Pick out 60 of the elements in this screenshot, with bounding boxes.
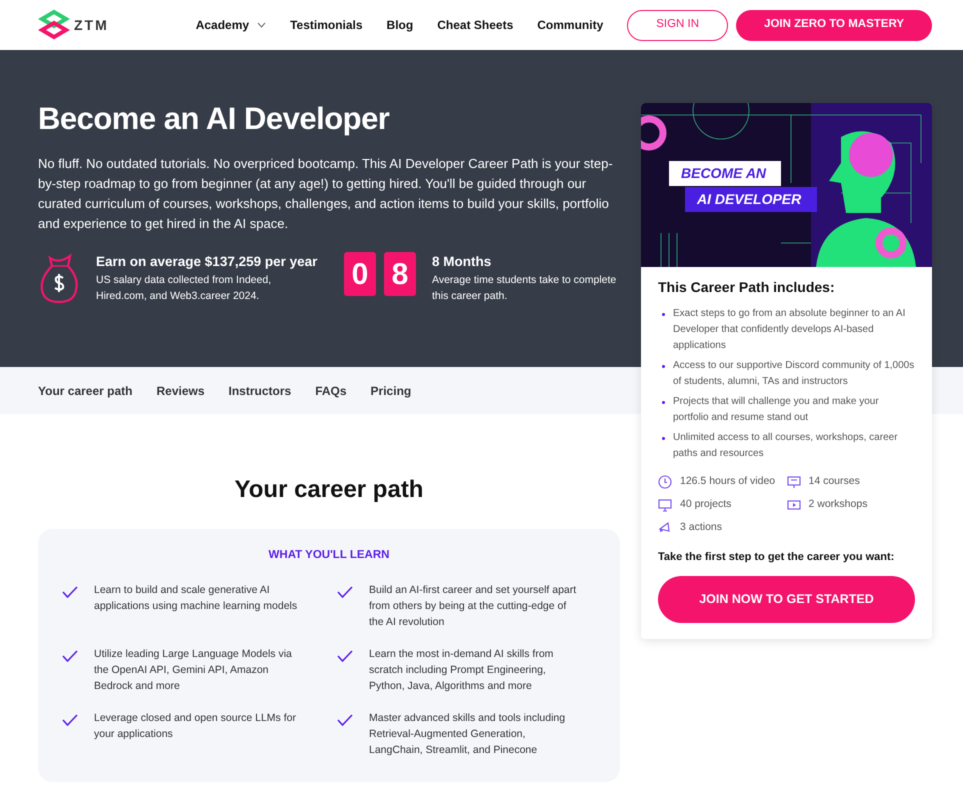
check-icon — [337, 714, 353, 726]
sign-in-button[interactable]: SIGN IN — [627, 10, 728, 40]
nav-link[interactable]: Cheat Sheets — [437, 16, 514, 34]
money-bag-icon — [38, 252, 80, 304]
section-link[interactable]: FAQs — [315, 382, 347, 400]
section-link[interactable]: Pricing — [370, 382, 412, 400]
check-icon — [62, 650, 78, 662]
learn-item: Learn the most in-demand AI skills from scratch including Prompt Engineering, Python, Java, Algorithms and more — [369, 647, 554, 694]
section-heading: Your career path — [234, 476, 424, 505]
banner-text: AI DEVELOPER — [685, 187, 817, 212]
feature-label: 40 projects — [680, 496, 732, 512]
clock-icon — [658, 474, 672, 489]
presentation-icon — [786, 474, 800, 489]
check-icon — [62, 714, 78, 726]
nav-link[interactable]: Testimonials — [290, 16, 363, 34]
logo-icon — [38, 9, 70, 41]
include-item: Projects that will challenge you and make your portfolio and resume stand out — [673, 395, 880, 425]
logo-text[interactable]: ZTM — [74, 14, 109, 36]
include-item: Exact steps to go from an absolute beginner to an AI Developer that confidently develops AI-based applications — [673, 307, 906, 353]
learn-item: Utilize leading Large Language Models via the OpenAI API, Gemini API, Amazon Bedrock and more — [94, 647, 293, 694]
check-icon — [337, 650, 353, 662]
section-link[interactable]: Instructors — [228, 382, 292, 400]
stat-title: 8 Months — [432, 253, 492, 272]
section-link[interactable]: Reviews — [156, 382, 205, 400]
monitor-icon — [658, 498, 672, 512]
join-button[interactable]: JOIN ZERO TO MASTERY — [736, 10, 932, 40]
include-item: Unlimited access to all courses, workshops, career paths and resources — [673, 431, 899, 461]
feature-label: 3 actions — [680, 520, 722, 534]
megaphone-icon — [658, 520, 672, 534]
bullet-icon — [662, 313, 665, 316]
feature-label: 14 courses — [808, 474, 860, 489]
flip-digit: 0 — [344, 252, 376, 296]
nav-link[interactable]: Community — [537, 16, 604, 34]
feature-label: 126.5 hours of video — [680, 474, 776, 489]
bullet-icon — [662, 401, 665, 404]
section-link[interactable]: Your career path — [38, 382, 132, 400]
learn-item: Build an AI-first career and set yourself apart from others by being at the cutting-edge of the AI revolution — [369, 583, 578, 630]
learn-item: Master advanced skills and tools including Retrieval-Augmented Generation, LangChain, Streamlit, and Pinecone — [369, 711, 566, 758]
nav-link[interactable]: Academy — [196, 16, 266, 34]
bullet-icon — [662, 437, 665, 440]
nav-link[interactable]: Blog — [386, 16, 414, 34]
page-title: Become an AI Developer — [38, 100, 390, 138]
stat-title: Earn on average $137,259 per year — [96, 253, 318, 272]
stat-text: US salary data collected from Indeed, Hired.com, and Web3.career 2024. — [96, 273, 272, 304]
include-item: Access to our supportive Discord community of 1,000s of students, alumni, TAs and instructors — [673, 359, 915, 389]
card-heading: This Career Path includes: — [658, 278, 836, 297]
flip-digit: 8 — [384, 252, 416, 296]
cta-text: Take the first step to get the career you want: — [658, 550, 896, 566]
stat-text: Average time students take to complete this career path. — [432, 273, 618, 304]
banner-text: BECOME AN — [669, 161, 781, 186]
video-icon — [786, 498, 800, 512]
check-icon — [62, 586, 78, 598]
hero-description: No fluff. No outdated tutorials. No overpriced bootcamp. This AI Developer Career Path is your step-by-step roadmap to go from beginner (at any age!) to getting hired. You'll be guided through our curated curriculum of courses, workshops, challenges, and action items to build your skills, portfolio and experience to get hired in the AI space. — [38, 155, 613, 234]
join-now-button[interactable]: JOIN NOW TO GET STARTED — [658, 576, 915, 623]
learn-item: Leverage closed and open source LLMs for your applications — [94, 711, 297, 742]
feature-label: 2 workshops — [808, 496, 868, 512]
bullet-icon — [662, 365, 665, 368]
check-icon — [337, 586, 353, 598]
learn-item: Learn to build and scale generative AI applications using machine learning models — [94, 583, 298, 614]
panel-title: WHAT YOU'LL LEARN — [268, 548, 390, 563]
